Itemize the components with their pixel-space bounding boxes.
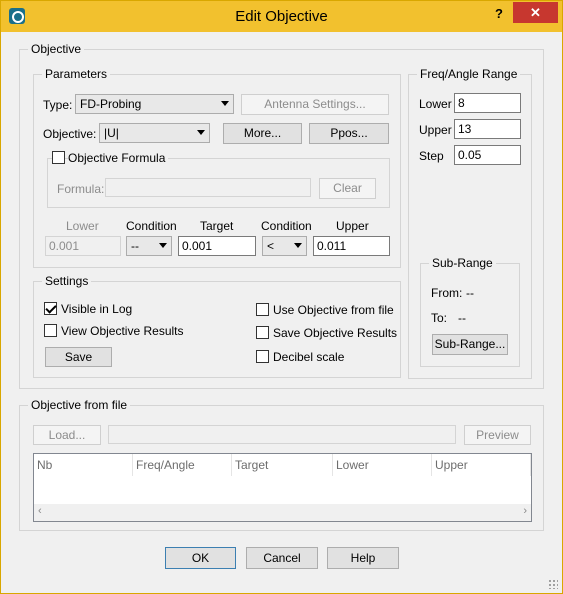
- sub-range-from-value: --: [466, 286, 474, 300]
- chevron-down-icon: [159, 243, 167, 248]
- resize-grip-icon[interactable]: [548, 579, 558, 589]
- close-button[interactable]: ✕: [513, 2, 558, 23]
- chevron-left-icon[interactable]: ‹: [38, 505, 42, 517]
- range-upper-label: Upper: [419, 123, 452, 137]
- chevron-down-icon: [221, 101, 229, 106]
- visible-in-log-label: Visible in Log: [61, 302, 133, 316]
- column-header-lower[interactable]: Lower: [333, 454, 432, 476]
- load-button[interactable]: Load...: [33, 425, 101, 445]
- condition2-header: Condition: [261, 219, 312, 233]
- condition1-select-value: --: [131, 239, 139, 253]
- window-title: Edit Objective: [235, 8, 328, 25]
- objective-select-value: |U|: [104, 126, 119, 140]
- save-button[interactable]: Save: [45, 347, 112, 367]
- chevron-down-icon: [197, 130, 205, 135]
- sub-range-button[interactable]: Sub-Range...: [432, 334, 508, 355]
- formula-label: Formula:: [57, 182, 105, 196]
- range-step-input[interactable]: 0.05: [454, 145, 521, 165]
- objective-group-label: Objective: [28, 42, 85, 56]
- parameters-group-label: Parameters: [42, 67, 111, 81]
- condition1-select[interactable]: --: [126, 236, 172, 256]
- sub-range-to-label: To:: [431, 311, 448, 325]
- antenna-settings-button[interactable]: Antenna Settings...: [241, 94, 389, 115]
- visible-in-log-checkbox[interactable]: [44, 302, 57, 315]
- condition1-header: Condition: [126, 219, 177, 233]
- cancel-button[interactable]: Cancel: [246, 547, 318, 569]
- sub-range-from-label: From:: [431, 286, 463, 300]
- sub-range-to-value: --: [458, 311, 466, 325]
- type-select-value: FD-Probing: [80, 97, 142, 111]
- formula-input[interactable]: [105, 178, 311, 197]
- use-from-file-label: Use Objective from file: [273, 303, 394, 317]
- decibel-scale-checkbox[interactable]: [256, 350, 269, 363]
- use-from-file-checkbox[interactable]: [256, 303, 269, 316]
- lower-input[interactable]: 0.001: [45, 236, 121, 256]
- condition2-select-value: <: [267, 239, 275, 253]
- range-upper-input[interactable]: 13: [454, 119, 521, 139]
- upper-input[interactable]: 0.011: [313, 236, 390, 256]
- view-results-label: View Objective Results: [61, 324, 184, 338]
- ok-button[interactable]: OK: [165, 547, 236, 569]
- chevron-down-icon: [294, 243, 302, 248]
- range-step-label: Step: [419, 149, 444, 163]
- objective-file-table[interactable]: Nb Freq/Angle Target Lower Upper ‹ ›: [33, 453, 532, 522]
- column-header-target[interactable]: Target: [232, 454, 333, 476]
- settings-group-label: Settings: [42, 274, 92, 288]
- lower-header: Lower: [66, 219, 99, 233]
- view-results-checkbox[interactable]: [44, 324, 57, 337]
- target-input[interactable]: 0.001: [178, 236, 256, 256]
- objective-formula-label: Objective Formula: [68, 151, 169, 165]
- save-results-checkbox[interactable]: [256, 326, 269, 339]
- ppos-button[interactable]: Ppos...: [309, 123, 389, 144]
- range-lower-label: Lower: [419, 97, 452, 111]
- condition2-select[interactable]: <: [262, 236, 307, 256]
- column-header-freq-angle[interactable]: Freq/Angle: [133, 454, 232, 476]
- column-header-nb[interactable]: Nb: [34, 454, 133, 476]
- target-header: Target: [200, 219, 234, 233]
- edit-objective-dialog: Edit Objective ? ✕ Objective Parameters …: [0, 0, 563, 594]
- objective-label: Objective:: [43, 127, 97, 141]
- objective-select[interactable]: |U|: [99, 123, 210, 143]
- clear-button[interactable]: Clear: [319, 178, 376, 199]
- decibel-scale-label: Decibel scale: [273, 350, 345, 364]
- chevron-right-icon[interactable]: ›: [523, 505, 527, 517]
- help-button[interactable]: Help: [327, 547, 399, 569]
- freq-range-group-label: Freq/Angle Range: [417, 67, 521, 81]
- help-title-button[interactable]: ?: [488, 4, 510, 24]
- objective-formula-checkbox[interactable]: [52, 151, 65, 164]
- range-lower-input[interactable]: 8: [454, 93, 521, 113]
- file-path-input[interactable]: [108, 425, 456, 444]
- horizontal-scrollbar[interactable]: ‹ ›: [34, 504, 531, 521]
- preview-button[interactable]: Preview: [464, 425, 531, 445]
- type-label: Type:: [43, 98, 73, 112]
- sub-range-group-label: Sub-Range: [429, 256, 496, 270]
- column-header-upper[interactable]: Upper: [432, 454, 531, 476]
- objective-file-group-label: Objective from file: [28, 398, 131, 412]
- save-results-label: Save Objective Results: [273, 326, 398, 340]
- type-select[interactable]: FD-Probing: [75, 94, 234, 114]
- upper-header: Upper: [336, 219, 369, 233]
- more-button[interactable]: More...: [223, 123, 302, 144]
- title-bar: Edit Objective ? ✕: [1, 1, 562, 32]
